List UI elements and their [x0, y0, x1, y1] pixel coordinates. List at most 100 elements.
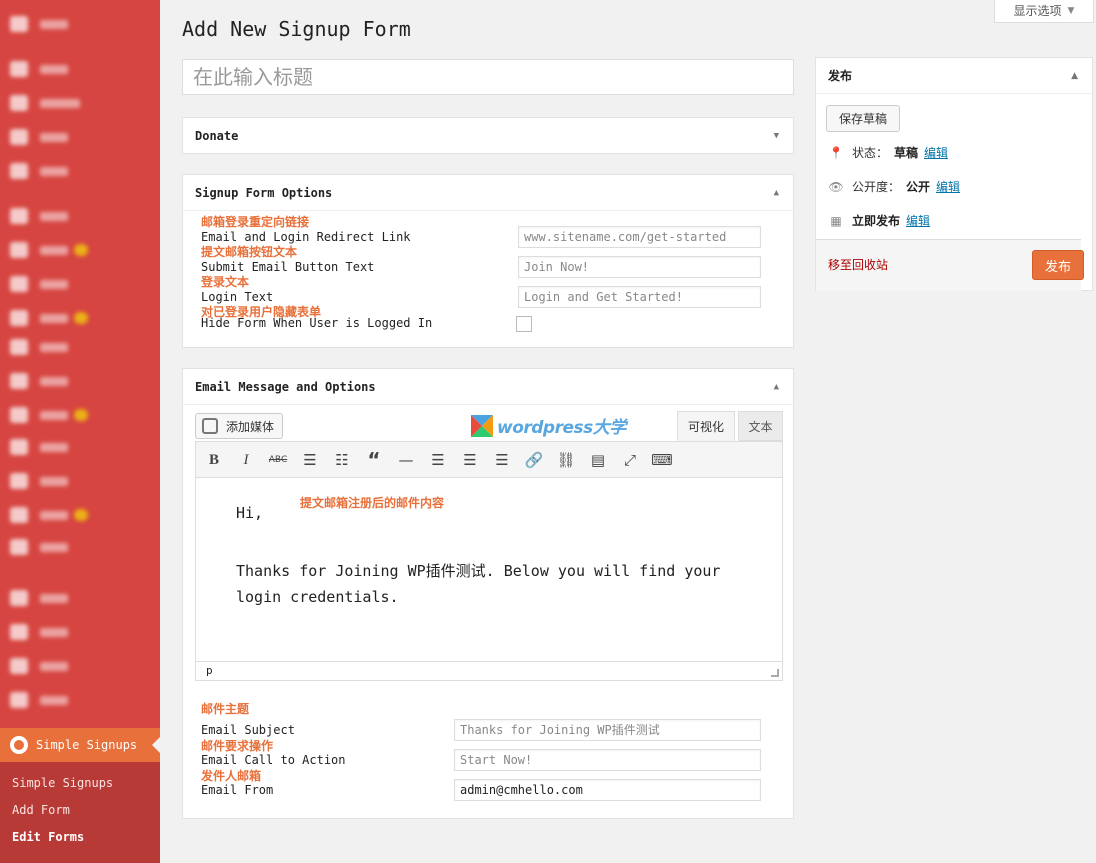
page-icon	[10, 129, 28, 145]
italic-icon[interactable]: I	[236, 450, 256, 470]
signup-options-box: Signup Form Options ▲ 邮箱登录重定向链接 Email an…	[182, 174, 794, 348]
title-input[interactable]: 在此输入标题	[182, 59, 794, 95]
fullscreen-icon[interactable]: ⤢	[620, 450, 640, 470]
admin-sidebar: Simple Signups Simple Signups Add Form E…	[0, 0, 160, 863]
label-email-subject: Email Subject	[201, 723, 295, 737]
editor-content[interactable]: 提文邮箱注册后的邮件内容 Hi, Thanks for Joining WP插件…	[196, 478, 782, 662]
edit-visibility-link[interactable]: 编辑	[936, 178, 960, 195]
sidebar-item-custom-1[interactable]	[10, 274, 68, 294]
edit-schedule-link[interactable]: 编辑	[906, 212, 930, 229]
link-icon[interactable]: 🔗	[524, 450, 544, 470]
toggle-up-icon[interactable]: ▲	[774, 382, 779, 392]
sidebar-item-custom-9[interactable]	[10, 588, 68, 608]
blockquote-icon[interactable]: “	[364, 448, 384, 472]
pin-icon: 📍	[828, 145, 844, 160]
sidebar-item-custom-10[interactable]	[10, 622, 68, 642]
visibility-label: 公开度：	[852, 180, 901, 194]
read-more-icon[interactable]: ▤	[588, 450, 608, 470]
submenu-simple-signups[interactable]: Simple Signups	[12, 776, 113, 790]
sidebar-item-comments[interactable]	[10, 161, 68, 181]
gear-icon	[10, 736, 28, 754]
bold-icon[interactable]: B	[204, 450, 224, 470]
plugin-icon	[10, 242, 28, 258]
email-from-input[interactable]: admin@cmhello.com	[454, 779, 761, 801]
calendar-icon: ▦	[830, 213, 842, 228]
unlink-icon[interactable]: ⛓	[556, 450, 576, 470]
sidebar-item-posts[interactable]	[10, 59, 68, 79]
email-options-header[interactable]: Email Message and Options ▲	[183, 369, 793, 405]
save-draft-button[interactable]: 保存草稿	[826, 105, 900, 132]
hide-form-checkbox[interactable]	[516, 316, 532, 332]
comment-icon	[10, 163, 28, 179]
sidebar-item-tools[interactable]	[10, 656, 68, 676]
toggle-up-icon[interactable]: ▲	[1071, 71, 1078, 81]
tab-text[interactable]: 文本	[738, 411, 783, 441]
sidebar-item-pages[interactable]	[10, 127, 68, 147]
screen-options-button[interactable]: 显示选项 ▼	[994, 0, 1094, 23]
call-to-action-input[interactable]: Start Now!	[454, 749, 761, 771]
brush-icon	[10, 208, 28, 224]
publish-title: 发布	[828, 69, 853, 83]
sidebar-item-custom-4[interactable]	[10, 405, 88, 425]
sidebar-item-plugins[interactable]	[10, 240, 88, 260]
wordpress-daxue-logo: wordpress大学	[471, 413, 626, 438]
email-subject-input[interactable]: Thanks for Joining WP插件测试	[454, 719, 761, 741]
align-right-icon[interactable]: ☰	[492, 450, 512, 470]
sidebar-item-custom-8[interactable]	[10, 537, 68, 557]
edit-status-link[interactable]: 编辑	[924, 144, 948, 161]
sidebar-item-custom-2[interactable]	[10, 308, 88, 328]
add-media-button[interactable]: 添加媒体	[195, 413, 284, 439]
editor-line: Hi,	[236, 504, 264, 522]
element-path[interactable]: p	[206, 664, 213, 677]
sidebar-item-dashboard[interactable]	[10, 14, 68, 34]
visibility-value: 公开	[906, 180, 931, 194]
toggle-down-icon[interactable]: ▼	[774, 131, 779, 141]
submit-text-input[interactable]: Join Now!	[518, 256, 761, 278]
numbered-list-icon[interactable]: ☷	[332, 450, 352, 470]
email-options-title: Email Message and Options	[195, 379, 376, 394]
media-icon	[10, 95, 28, 111]
dashboard-icon	[10, 16, 28, 32]
sidebar-item-media[interactable]	[10, 93, 80, 113]
annotation-email-from: 发件人邮箱	[201, 769, 262, 783]
tab-visual[interactable]: 可视化	[677, 411, 735, 441]
annotation-call-to-action: 邮件要求操作	[201, 739, 274, 753]
sidebar-item-appearance[interactable]	[10, 206, 68, 226]
publish-button[interactable]: 发布	[1032, 250, 1084, 280]
resize-handle-icon[interactable]	[771, 669, 779, 677]
sidebar-item-label: Simple Signups	[36, 738, 138, 752]
horizontal-rule-icon[interactable]: —	[396, 450, 416, 470]
sidebar-item-simple-signups[interactable]: Simple Signups	[0, 728, 160, 762]
redirect-link-input[interactable]: www.sitename.com/get-started	[518, 226, 761, 248]
donate-header[interactable]: Donate ▼	[183, 118, 793, 153]
toggle-up-icon[interactable]: ▲	[774, 188, 779, 198]
tool-icon	[10, 276, 28, 292]
sidebar-item-settings[interactable]	[10, 690, 68, 710]
annotation-redirect: 邮箱登录重定向链接	[201, 215, 310, 229]
donate-title: Donate	[195, 128, 239, 143]
user-icon	[10, 373, 28, 389]
align-left-icon[interactable]: ☰	[428, 450, 448, 470]
align-center-icon[interactable]: ☰	[460, 450, 480, 470]
submenu-edit-forms[interactable]: Edit Forms	[12, 830, 84, 844]
annotation-login-text: 登录文本	[201, 275, 250, 289]
donate-box: Donate ▼	[182, 117, 794, 154]
sidebar-item-users[interactable]	[10, 371, 68, 391]
eye-icon: 👁	[828, 179, 844, 194]
bullet-list-icon[interactable]: ☰	[300, 450, 320, 470]
status-label: 状态：	[852, 146, 889, 160]
label-login-text: Login Text	[201, 290, 274, 304]
publish-header[interactable]: 发布 ▲	[816, 58, 1092, 94]
editor-toolbar: B I ABC ☰ ☷ “ — ☰ ☰ ☰ 🔗 ⛓ ▤ ⤢ ⌨	[196, 442, 782, 478]
toolbar-toggle-icon[interactable]: ⌨	[651, 450, 673, 470]
sidebar-item-custom-7[interactable]	[10, 505, 88, 525]
submenu-add-form[interactable]: Add Form	[12, 803, 70, 817]
tool-icon	[10, 590, 28, 606]
strikethrough-icon[interactable]: ABC	[268, 450, 288, 470]
signup-options-header[interactable]: Signup Form Options ▲	[183, 175, 793, 211]
sidebar-item-custom-3[interactable]	[10, 337, 68, 357]
sidebar-item-custom-6[interactable]	[10, 471, 68, 491]
sidebar-item-custom-5[interactable]	[10, 437, 68, 457]
login-text-input[interactable]: Login and Get Started!	[518, 286, 761, 308]
move-to-trash-link[interactable]: 移至回收站	[828, 256, 888, 273]
